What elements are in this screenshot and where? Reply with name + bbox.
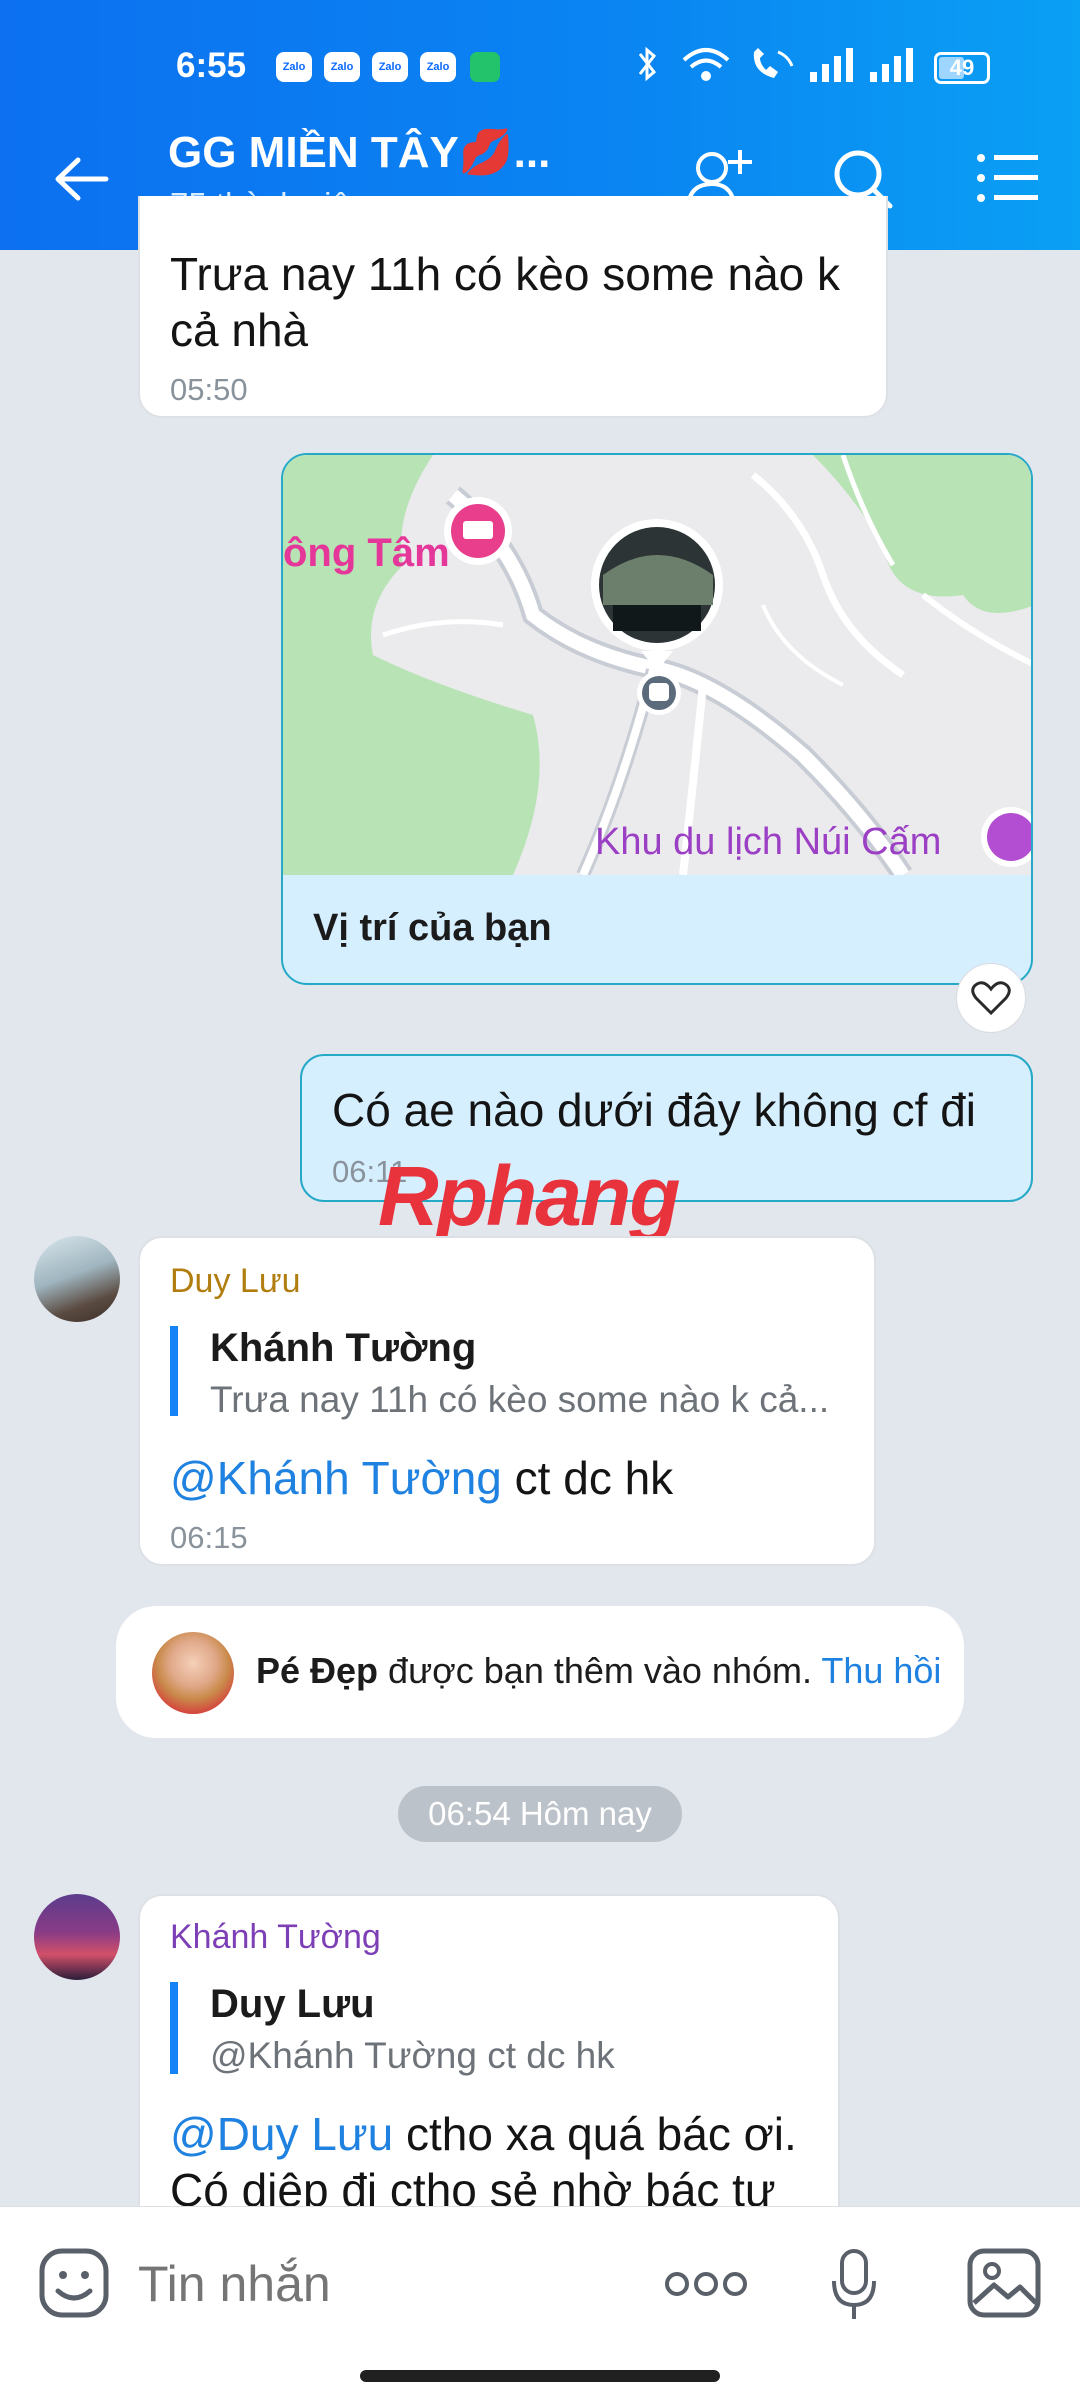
map-place-label: Khu du lịch Núi Cấm: [595, 821, 942, 863]
message-bubble[interactable]: Trưa nay 11h có kèo some nào k cả nhà 05…: [138, 196, 888, 418]
avatar[interactable]: [34, 1894, 120, 1980]
date-divider: 06:54 Hôm nay: [398, 1786, 682, 1842]
signal-strength-icon: [870, 48, 913, 82]
bluetooth-icon: [638, 46, 657, 82]
heart-icon: [971, 981, 1011, 1016]
zalo-notification-icon: Zalo: [276, 52, 312, 82]
message-input[interactable]: [136, 2247, 600, 2321]
avatar[interactable]: [152, 1632, 234, 1714]
battery-icon: 49: [934, 52, 990, 84]
quote-text: @Khánh Tường ct dc hk: [210, 2035, 615, 2076]
signal-strength-icon: [810, 48, 853, 82]
sender-name[interactable]: Khánh Tường: [170, 1918, 381, 1957]
page-title[interactable]: GG MIỀN TÂY💋...: [168, 126, 550, 178]
mention-link[interactable]: @Khánh Tường: [170, 1452, 502, 1504]
message-text: @Duy Lưu ctho xa quá bác ơi.: [170, 2108, 797, 2160]
watermark-logo: Rphang: [378, 1149, 681, 1243]
mention-link[interactable]: @Duy Lưu: [170, 2108, 393, 2160]
member-name[interactable]: Pé Đẹp: [256, 1650, 378, 1691]
scroll-edge: [0, 250, 1080, 251]
home-indicator[interactable]: [360, 2370, 720, 2382]
system-notice-text: Pé Đẹp được bạn thêm vào nhóm. Thu hồi: [256, 1650, 942, 1691]
emoji-icon[interactable]: [38, 2247, 110, 2319]
microphone-icon[interactable]: [828, 2247, 880, 2323]
quote-author: Duy Lưu: [210, 1982, 375, 2026]
back-arrow-icon[interactable]: [52, 154, 112, 204]
quoted-message[interactable]: Duy Lưu @Khánh Tường ct dc hk: [170, 1982, 810, 2076]
quote-author: Khánh Tường: [210, 1326, 477, 1370]
app-notification-icon: [470, 52, 500, 82]
map-preview[interactable]: [283, 455, 1033, 875]
quote-text: Trưa nay 11h có kèo some nào k cả...: [210, 1379, 830, 1420]
system-notice: Pé Đẹp được bạn thêm vào nhóm. Thu hồi: [116, 1606, 964, 1738]
location-caption: Vị trí của bạn: [313, 907, 552, 949]
map-place-label: ông Tâm: [283, 531, 450, 575]
sender-name[interactable]: Duy Lưu: [170, 1262, 301, 1301]
like-reaction-button[interactable]: [956, 963, 1026, 1033]
zalo-notification-icon: Zalo: [372, 52, 408, 82]
undo-link[interactable]: Thu hồi: [821, 1650, 941, 1691]
message-time: 05:50: [170, 372, 248, 407]
message-text: @Khánh Tường ct dc hk: [170, 1452, 674, 1504]
quoted-message[interactable]: Khánh Tường Trưa nay 11h có kèo some nào…: [170, 1326, 850, 1420]
zalo-notification-icon: Zalo: [324, 52, 360, 82]
more-options-icon[interactable]: [664, 2269, 748, 2299]
message-time: 06:15: [170, 1520, 248, 1555]
message-text: Trưa nay 11h có kèo some nào k cả nhà: [170, 248, 841, 356]
location-message[interactable]: ông Tâm Khu du lịch Núi Cấm Vị trí của b…: [281, 453, 1033, 985]
avatar[interactable]: [34, 1236, 120, 1322]
message-bubble[interactable]: Khánh Tường Duy Lưu @Khánh Tường ct dc h…: [138, 1894, 840, 2224]
message-bubble[interactable]: Duy Lưu Khánh Tường Trưa nay 11h có kèo …: [138, 1236, 876, 1566]
wifi-icon: [682, 48, 730, 81]
message-text: Có ae nào dưới đây không cf đi: [332, 1084, 977, 1136]
wifi-calling-icon: [753, 48, 794, 78]
zalo-notification-icon: Zalo: [420, 52, 456, 82]
image-gallery-icon[interactable]: [966, 2247, 1042, 2319]
menu-list-icon[interactable]: [976, 152, 1040, 204]
status-time: 6:55: [176, 46, 247, 85]
